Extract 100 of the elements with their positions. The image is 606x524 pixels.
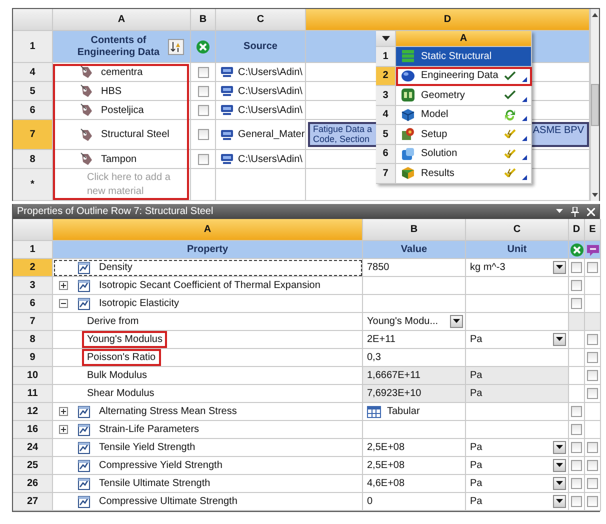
expand-icon[interactable] bbox=[59, 407, 68, 416]
schematic-cell[interactable]: Model bbox=[396, 106, 532, 125]
checkbox[interactable] bbox=[571, 478, 582, 489]
row-number[interactable]: 4 bbox=[376, 106, 396, 125]
row-number[interactable]: 24 bbox=[13, 439, 53, 457]
property-name[interactable]: Tensile Ultimate Strength bbox=[99, 478, 210, 489]
property-value[interactable]: Young's Modu... bbox=[367, 316, 438, 327]
checkbox[interactable] bbox=[571, 460, 582, 471]
scroll-thumb[interactable] bbox=[591, 84, 599, 126]
checkbox[interactable] bbox=[198, 104, 208, 116]
property-name[interactable]: Compressive Ultimate Strength bbox=[99, 496, 238, 507]
checkbox[interactable] bbox=[571, 424, 582, 435]
row-number[interactable]: 6 bbox=[13, 101, 53, 120]
row-number[interactable]: 3 bbox=[376, 86, 396, 106]
row-number[interactable]: 2 bbox=[13, 259, 53, 277]
property-name[interactable]: Strain-Life Parameters bbox=[99, 424, 200, 435]
dropdown-button[interactable] bbox=[553, 495, 566, 508]
checkbox[interactable] bbox=[571, 442, 582, 453]
expand-icon[interactable] bbox=[59, 281, 68, 290]
dropdown-button[interactable] bbox=[553, 477, 566, 490]
checkbox[interactable] bbox=[571, 406, 582, 417]
checkbox[interactable] bbox=[587, 460, 598, 471]
scroll-up-icon[interactable] bbox=[592, 13, 598, 17]
property-value[interactable]: 1,6667E+11 bbox=[367, 370, 420, 381]
dropdown-button[interactable] bbox=[450, 315, 463, 328]
dropdown-button[interactable] bbox=[553, 441, 566, 454]
dropdown-button[interactable] bbox=[553, 459, 566, 472]
row-number[interactable]: 10 bbox=[13, 367, 53, 385]
property-value[interactable]: Tabular bbox=[387, 406, 420, 417]
row-number[interactable]: 7 bbox=[13, 120, 53, 150]
checkbox[interactable] bbox=[198, 154, 208, 164]
property-value[interactable]: 2E+11 bbox=[367, 334, 396, 345]
column-header[interactable]: A bbox=[53, 219, 363, 241]
property-name[interactable]: Shear Modulus bbox=[87, 388, 154, 399]
property-name[interactable]: Alternating Stress Mean Stress bbox=[99, 406, 237, 417]
material-name[interactable]: Structural Steel bbox=[101, 129, 170, 140]
sort-icon[interactable] bbox=[168, 38, 184, 54]
dropdown-button[interactable] bbox=[553, 333, 566, 346]
property-name[interactable]: Derive from bbox=[87, 316, 139, 327]
checkbox[interactable] bbox=[587, 370, 598, 381]
dropdown-icon[interactable] bbox=[556, 209, 563, 214]
checkbox[interactable] bbox=[587, 442, 598, 453]
checkbox[interactable] bbox=[198, 66, 208, 78]
row-number[interactable]: 3 bbox=[13, 277, 53, 295]
column-header[interactable]: C bbox=[466, 219, 569, 241]
property-value[interactable]: 4,6E+08 bbox=[367, 478, 405, 489]
property-name[interactable]: Tensile Yield Strength bbox=[99, 442, 196, 453]
property-value[interactable]: 2,5E+08 bbox=[367, 460, 405, 471]
material-name[interactable]: HBS bbox=[101, 86, 122, 96]
dropdown-icon[interactable] bbox=[382, 36, 390, 42]
row-number[interactable]: 27 bbox=[13, 493, 53, 511]
material-name[interactable]: Tampon bbox=[101, 154, 137, 164]
scrollbar[interactable] bbox=[590, 9, 599, 201]
column-header[interactable]: C bbox=[216, 9, 306, 31]
column-header[interactable]: D bbox=[569, 219, 585, 241]
checkbox[interactable] bbox=[587, 388, 598, 399]
material-name[interactable]: cementra bbox=[101, 66, 143, 78]
checkbox[interactable] bbox=[571, 280, 582, 291]
row-number[interactable]: 16 bbox=[13, 421, 53, 439]
column-header[interactable]: B bbox=[191, 9, 216, 31]
row-number[interactable]: 6 bbox=[376, 144, 396, 164]
property-name[interactable]: Compressive Yield Strength bbox=[99, 460, 222, 471]
scroll-down-icon[interactable] bbox=[592, 193, 598, 197]
property-name[interactable]: Isotropic Elasticity bbox=[99, 298, 180, 309]
schematic-cell[interactable]: Solution bbox=[396, 144, 532, 164]
property-name[interactable]: Isotropic Secant Coefficient of Thermal Expansion bbox=[99, 280, 320, 291]
row-number[interactable]: 25 bbox=[13, 457, 53, 475]
close-icon[interactable] bbox=[587, 208, 595, 216]
row-number[interactable]: 7 bbox=[13, 313, 53, 331]
column-header[interactable]: B bbox=[363, 219, 466, 241]
column-header[interactable]: E bbox=[585, 219, 601, 241]
checkbox[interactable] bbox=[587, 262, 598, 273]
collapse-icon[interactable] bbox=[59, 299, 68, 308]
schematic-cell[interactable]: Geometry bbox=[396, 86, 532, 106]
row-number[interactable]: 12 bbox=[13, 403, 53, 421]
property-value[interactable]: 7850 bbox=[367, 262, 390, 273]
property-value[interactable]: 7,6923E+10 bbox=[367, 388, 422, 399]
schematic-cell[interactable]: Results bbox=[396, 164, 532, 184]
checkbox[interactable] bbox=[571, 262, 582, 273]
property-name[interactable]: Young's Modulus bbox=[82, 331, 168, 348]
property-name[interactable]: Bulk Modulus bbox=[87, 370, 148, 381]
row-number[interactable]: 1 bbox=[376, 47, 396, 66]
schematic-cell[interactable]: Setup bbox=[396, 125, 532, 144]
property-value[interactable]: 0,3 bbox=[367, 352, 381, 363]
checkbox[interactable] bbox=[198, 129, 208, 140]
property-name[interactable]: Density bbox=[99, 262, 132, 273]
schematic-cell[interactable]: Static Structural bbox=[396, 47, 532, 66]
row-number[interactable]: 8 bbox=[13, 331, 53, 349]
property-value[interactable]: 0 bbox=[367, 496, 373, 507]
checkbox[interactable] bbox=[198, 86, 208, 96]
checkbox[interactable] bbox=[571, 298, 582, 309]
expand-icon[interactable] bbox=[59, 425, 68, 434]
row-number[interactable]: 6 bbox=[13, 295, 53, 313]
pin-icon[interactable] bbox=[571, 206, 579, 216]
row-number[interactable]: 9 bbox=[13, 349, 53, 367]
column-header[interactable]: A bbox=[53, 9, 191, 31]
property-name[interactable]: Poisson's Ratio bbox=[82, 349, 161, 366]
checkbox[interactable] bbox=[587, 478, 598, 489]
row-number[interactable]: 5 bbox=[376, 125, 396, 144]
checkbox[interactable] bbox=[587, 496, 598, 507]
